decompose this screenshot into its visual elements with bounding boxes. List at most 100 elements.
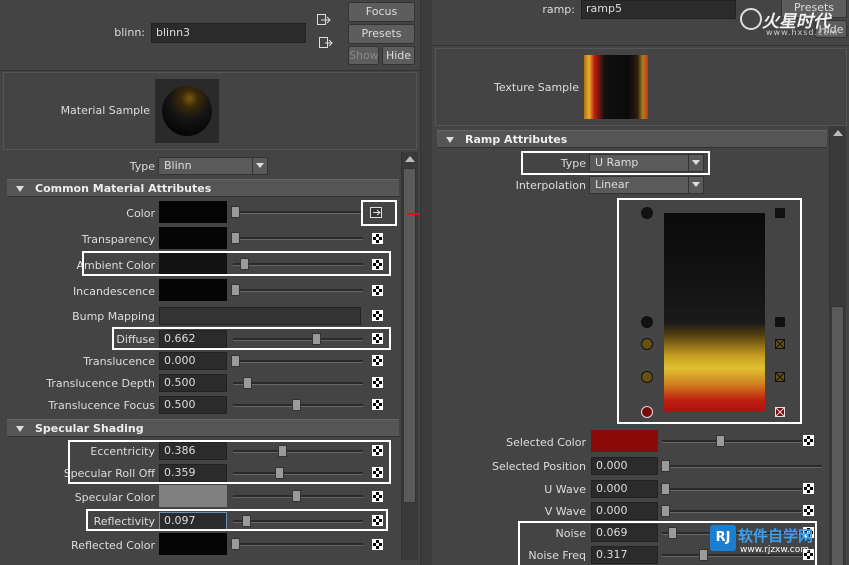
incandescence-map-icon[interactable] [372, 285, 383, 296]
v-wave-slider-track[interactable] [662, 510, 802, 513]
reflected-color-slider-track[interactable] [233, 543, 363, 546]
translucence-slider-track[interactable] [233, 360, 363, 363]
translucence-map-icon[interactable] [372, 355, 383, 366]
incandescence-slider-track[interactable] [233, 289, 363, 292]
highlight-eccentricity-rolloff [68, 440, 391, 484]
incandescence-slider-thumb[interactable] [231, 284, 240, 296]
reflected-color-slider-thumb[interactable] [231, 538, 240, 550]
translucence-focus-slider-thumb[interactable] [292, 399, 301, 411]
blinn-attribute-editor: blinn: blinn3 Focus Presets Show Hide Ma… [0, 0, 420, 565]
specular-color-map-icon[interactable] [372, 491, 383, 502]
v-wave-slider-thumb[interactable] [661, 505, 670, 517]
watermark-logo-icon [740, 8, 762, 30]
reflected-color-map-icon[interactable] [372, 539, 383, 550]
selected-position-field[interactable]: 0.000 [591, 457, 658, 475]
blinn-name-field[interactable]: blinn3 [151, 23, 306, 43]
selected-color-swatch[interactable] [591, 430, 658, 452]
section-common-material-attributes[interactable]: Common Material Attributes [7, 179, 399, 197]
ramp-name-field[interactable]: ramp5 [581, 0, 736, 19]
selected-color-map-icon[interactable] [803, 435, 814, 446]
highlight-ramp-type [521, 151, 710, 175]
texture-sample-label: Texture Sample [493, 81, 579, 94]
material-type-value: Blinn [164, 159, 192, 172]
selected-color-slider-track[interactable] [662, 440, 802, 443]
watermark-rjzxw: RJ 软件自学网 www.rjzxw.com [710, 523, 849, 565]
color-slider-thumb[interactable] [231, 206, 240, 218]
watermark-rjzxw-url: www.rjzxw.com [740, 545, 809, 555]
interpolation-dropdown[interactable]: Linear [589, 176, 704, 194]
highlight-ramp-editor [617, 198, 802, 424]
ramp-attribute-editor: ramp: ramp5 Presets Hide 火星时代 www.hxsd.c… [432, 0, 849, 565]
blinn-name-label: blinn: [114, 26, 145, 39]
selected-color-label: Selected Color [506, 436, 586, 449]
translucence-depth-label: Translucence Depth [46, 377, 155, 390]
u-wave-slider-thumb[interactable] [661, 483, 670, 495]
show-button[interactable]: Show [348, 46, 379, 65]
watermark-hxsd: 火星时代 www.hxsd.com [732, 4, 847, 40]
translucence-slider-thumb[interactable] [231, 355, 240, 367]
hide-button[interactable]: Hide [382, 46, 415, 65]
section-title: Common Material Attributes [35, 182, 212, 195]
specular-color-swatch[interactable] [159, 485, 227, 507]
highlight-diffuse [112, 327, 391, 350]
selected-position-slider-thumb[interactable] [661, 460, 670, 472]
specular-color-slider-thumb[interactable] [292, 490, 301, 502]
collapse-triangle-icon [16, 186, 24, 192]
type-label: Type [129, 160, 155, 173]
translucence-focus-field[interactable]: 0.500 [159, 396, 227, 414]
transparency-label: Transparency [81, 233, 155, 246]
u-wave-label: U Wave [544, 483, 586, 496]
translucence-depth-slider-thumb[interactable] [243, 377, 252, 389]
section-specular-shading[interactable]: Specular Shading [7, 419, 399, 437]
color-swatch[interactable] [159, 201, 227, 223]
interpolation-label: Interpolation [515, 179, 586, 192]
v-wave-field[interactable]: 0.000 [591, 502, 658, 520]
interpolation-value: Linear [595, 178, 630, 191]
highlight-reflectivity [86, 509, 388, 531]
translucence-depth-map-icon[interactable] [372, 377, 383, 388]
transparency-slider-track[interactable] [233, 237, 363, 240]
scroll-up-icon[interactable] [833, 130, 843, 136]
watermark-rj-logo-icon: RJ [710, 525, 736, 551]
u-wave-map-icon[interactable] [803, 483, 814, 494]
reflected-color-label: Reflected Color [71, 539, 155, 552]
presets-button[interactable]: Presets [348, 24, 415, 44]
translucence-depth-slider-track[interactable] [233, 382, 363, 385]
input-connections-icon[interactable] [317, 14, 331, 26]
v-wave-map-icon[interactable] [803, 505, 814, 516]
watermark-rjzxw-title: 软件自学网 [738, 527, 814, 545]
material-type-dropdown[interactable]: Blinn [158, 157, 268, 175]
bump-mapping-field[interactable] [159, 307, 361, 325]
u-wave-slider-track[interactable] [662, 488, 802, 491]
translucence-field[interactable]: 0.000 [159, 352, 227, 370]
right-scrollbar[interactable] [829, 126, 846, 565]
ramp-name-label: ramp: [542, 3, 575, 16]
selected-position-label: Selected Position [491, 460, 586, 473]
translucence-focus-label: Translucence Focus [48, 399, 155, 412]
material-sphere [162, 86, 212, 136]
bump-mapping-map-icon[interactable] [372, 310, 383, 321]
reflected-color-swatch[interactable] [159, 533, 227, 555]
transparency-swatch[interactable] [159, 227, 227, 249]
color-slider-track[interactable] [233, 211, 363, 214]
section-ramp-attributes[interactable]: Ramp Attributes [437, 130, 827, 148]
section-title: Ramp Attributes [465, 133, 568, 146]
specular-color-label: Specular Color [74, 491, 155, 504]
highlight-ambient-color [82, 251, 391, 276]
material-sample-swatch [155, 79, 219, 143]
translucence-focus-map-icon[interactable] [372, 399, 383, 410]
bump-mapping-label: Bump Mapping [72, 310, 155, 323]
selected-color-slider-thumb[interactable] [716, 435, 725, 447]
incandescence-swatch[interactable] [159, 279, 227, 301]
u-wave-field[interactable]: 0.000 [591, 480, 658, 498]
output-connections-icon[interactable] [319, 37, 333, 49]
scroll-up-icon[interactable] [405, 156, 415, 162]
selected-position-slider-track[interactable] [662, 465, 822, 468]
transparency-map-icon[interactable] [372, 233, 383, 244]
focus-button[interactable]: Focus [348, 2, 415, 22]
v-wave-label: V Wave [544, 505, 586, 518]
transparency-slider-thumb[interactable] [231, 232, 240, 244]
material-sample-label: Material Sample [60, 104, 150, 117]
translucence-depth-field[interactable]: 0.500 [159, 374, 227, 392]
chevron-down-icon [256, 163, 264, 168]
